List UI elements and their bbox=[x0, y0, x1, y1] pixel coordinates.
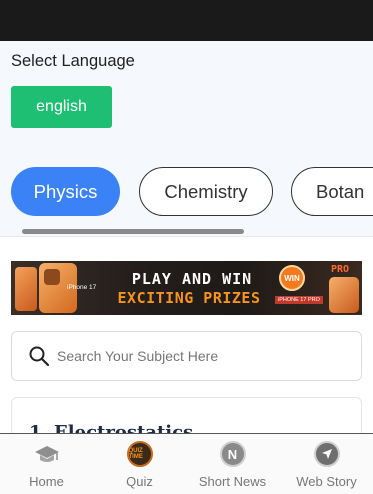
subject-tabs[interactable]: Physics Chemistry Botan bbox=[0, 151, 373, 236]
nav-item-quiz[interactable]: QUIZ TIME Quiz bbox=[93, 434, 186, 494]
search-icon bbox=[28, 345, 50, 367]
section-divider bbox=[0, 236, 373, 237]
nav-item-web-story[interactable]: Web Story bbox=[280, 434, 373, 494]
status-bar bbox=[0, 0, 373, 41]
bottom-navigation: Home QUIZ TIME Quiz N Short News Web Sto… bbox=[0, 433, 373, 494]
phone-image bbox=[329, 277, 359, 313]
subject-chip-chemistry[interactable]: Chemistry bbox=[139, 167, 273, 216]
nav-label-web-story: Web Story bbox=[296, 474, 357, 489]
nav-item-short-news[interactable]: N Short News bbox=[186, 434, 279, 494]
graduation-cap-icon bbox=[34, 441, 60, 467]
news-n-icon: N bbox=[219, 441, 246, 467]
search-placeholder: Search Your Subject Here bbox=[57, 348, 219, 364]
nav-label-quiz: Quiz bbox=[126, 474, 153, 489]
phone-image bbox=[15, 267, 37, 311]
nav-label-home: Home bbox=[29, 474, 64, 489]
banner-subheadline: EXCITING PRIZES bbox=[117, 289, 261, 307]
subject-tabs-scrollbar[interactable] bbox=[22, 229, 244, 234]
language-english-button[interactable]: english bbox=[11, 86, 112, 128]
subject-chip-botany[interactable]: Botan bbox=[291, 167, 373, 216]
promo-banner[interactable]: iPhone 17 PLAY AND WIN EXCITING PRIZES W… bbox=[11, 261, 362, 315]
win-badge-caption: iPHONE 17 PRO bbox=[275, 296, 323, 304]
banner-headline: PLAY AND WIN bbox=[131, 270, 253, 288]
subject-search-input[interactable]: Search Your Subject Here bbox=[11, 331, 362, 381]
nav-label-short-news: Short News bbox=[198, 474, 267, 489]
select-language-title: Select Language bbox=[11, 52, 135, 70]
nav-item-home[interactable]: Home bbox=[0, 434, 93, 494]
compass-icon bbox=[313, 441, 340, 467]
subject-chip-physics[interactable]: Physics bbox=[11, 167, 120, 216]
banner-phone-label: iPhone 17 bbox=[67, 284, 97, 291]
win-badge: WIN bbox=[279, 265, 305, 291]
language-section: Select Language english bbox=[0, 41, 373, 151]
quiz-time-icon: QUIZ TIME bbox=[126, 441, 153, 467]
phone-camera-image bbox=[44, 269, 60, 285]
pro-label: PRO bbox=[331, 264, 350, 275]
